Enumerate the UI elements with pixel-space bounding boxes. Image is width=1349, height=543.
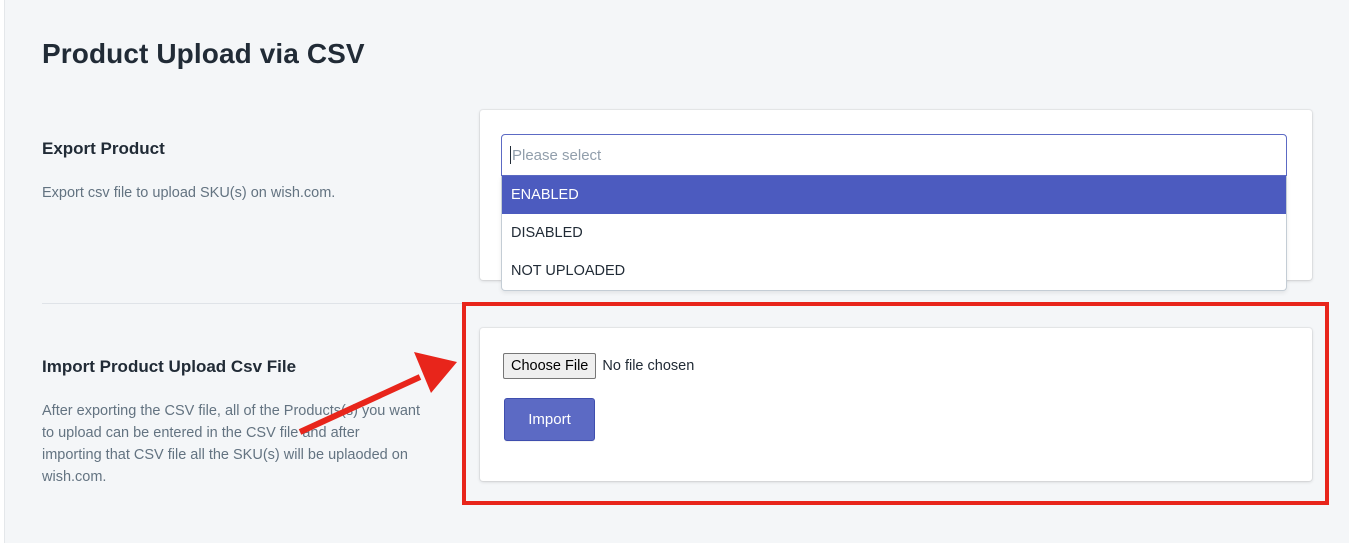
import-section-description: After exporting the CSV file, all of the… [42, 403, 420, 485]
import-section-title: Import Product Upload Csv File [42, 357, 297, 376]
text-caret [510, 146, 511, 164]
select-dropdown-list: ENABLED DISABLED NOT UPLOADED [501, 176, 1287, 291]
select-search-input[interactable]: Please select [501, 134, 1287, 176]
option-disabled[interactable]: DISABLED [502, 214, 1286, 252]
annotation-highlight-box [462, 302, 1329, 505]
option-enabled[interactable]: ENABLED [502, 176, 1286, 214]
export-section-description: Export csv file to upload SKU(s) on wish… [42, 185, 336, 201]
select-placeholder: Please select [512, 146, 602, 164]
option-not-uploaded[interactable]: NOT UPLOADED [502, 252, 1286, 290]
export-section-title: Export Product [42, 139, 165, 158]
export-status-select[interactable]: Please select ENABLED DISABLED NOT UPLOA… [501, 134, 1287, 291]
page-title: Product Upload via CSV [42, 38, 365, 69]
